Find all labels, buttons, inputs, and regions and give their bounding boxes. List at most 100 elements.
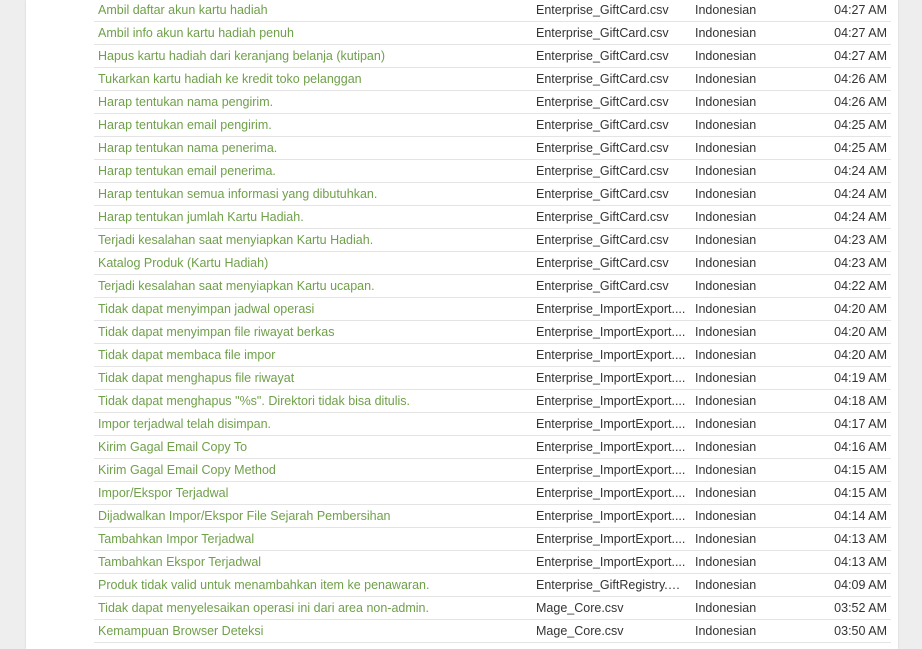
table-row[interactable]: Tambahkan Ekspor Terjadwal Enterprise_Imp…: [94, 551, 891, 574]
table-row[interactable]: Ambil daftar akun kartu hadiah Enterprise…: [94, 0, 891, 22]
language: Indonesian: [695, 325, 757, 339]
file-name: Enterprise_GiftCard.csv: [536, 49, 669, 63]
table-row[interactable]: Ambil info akun kartu hadiah penuh Enterp…: [94, 22, 891, 45]
file-name: Enterprise_GiftCard.csv: [536, 118, 669, 132]
file-name: Enterprise_GiftCard.csv: [536, 95, 669, 109]
string-link[interactable]: Harap tentukan email pengirim.: [98, 114, 528, 136]
string-link[interactable]: Harap tentukan nama pengirim.: [98, 91, 528, 113]
string-link[interactable]: Ambil info akun kartu hadiah penuh: [98, 22, 528, 44]
table-row[interactable]: Katalog Produk (Kartu Hadiah) Enterprise_…: [94, 252, 891, 275]
string-link[interactable]: Dijadwalkan Impor/Ekspor File Sejarah Pe…: [98, 505, 528, 527]
timestamp: 04:24 AM: [834, 187, 887, 201]
language: Indonesian: [695, 256, 757, 270]
timestamp: 04:27 AM: [834, 49, 887, 63]
string-link[interactable]: Kirim Gagal Email Copy To: [98, 436, 528, 458]
table-row[interactable]: Tidak dapat membaca file impor Enterprise…: [94, 344, 891, 367]
table-row[interactable]: Tidak dapat menyimpan jadwal operasi Ente…: [94, 298, 891, 321]
timestamp: 04:19 AM: [834, 371, 887, 385]
table-row[interactable]: Impor/Ekspor Terjadwal Enterprise_ImportE…: [94, 482, 891, 505]
table-row[interactable]: Produk tidak valid untuk menambahkan ite…: [94, 574, 891, 597]
table-row[interactable]: Terjadi kesalahan saat menyiapkan Kartu …: [94, 229, 891, 252]
file-name: Enterprise_ImportExport....: [536, 509, 686, 523]
string-link[interactable]: Tidak dapat menghapus "%s". Direktori ti…: [98, 390, 528, 412]
timestamp: 04:25 AM: [834, 141, 887, 155]
table-row[interactable]: Tambahkan Impor Terjadwal Enterprise_Impo…: [94, 528, 891, 551]
language: Indonesian: [695, 394, 757, 408]
table-row[interactable]: Harap tentukan nama penerima. Enterprise_…: [94, 137, 891, 160]
translation-table: Ambil daftar akun kartu hadiah Enterprise…: [94, 0, 891, 643]
file-name: Enterprise_ImportExport....: [536, 486, 686, 500]
file-name: Enterprise_ImportExport....: [536, 302, 686, 316]
string-link[interactable]: Tidak dapat menyelesaikan operasi ini da…: [98, 597, 528, 619]
string-link[interactable]: Harap tentukan nama penerima.: [98, 137, 528, 159]
file-name: Enterprise_GiftRegistry.csv: [536, 578, 686, 592]
table-row[interactable]: Dijadwalkan Impor/Ekspor File Sejarah Pe…: [94, 505, 891, 528]
table-row[interactable]: Harap tentukan semua informasi yang dibu…: [94, 183, 891, 206]
language: Indonesian: [695, 348, 757, 362]
string-link[interactable]: Terjadi kesalahan saat menyiapkan Kartu …: [98, 229, 528, 251]
table-row[interactable]: Terjadi kesalahan saat menyiapkan Kartu …: [94, 275, 891, 298]
string-link[interactable]: Tidak dapat menyimpan jadwal operasi: [98, 298, 528, 320]
table-row[interactable]: Tidak dapat menyimpan file riwayat berka…: [94, 321, 891, 344]
table-row[interactable]: Kemampuan Browser Deteksi Mage_Core.csv In…: [94, 620, 891, 643]
string-link[interactable]: Terjadi kesalahan saat menyiapkan Kartu …: [98, 275, 528, 297]
string-link[interactable]: Katalog Produk (Kartu Hadiah): [98, 252, 528, 274]
table-row[interactable]: Kirim Gagal Email Copy To Enterprise_Impo…: [94, 436, 891, 459]
language: Indonesian: [695, 279, 757, 293]
string-link[interactable]: Hapus kartu hadiah dari keranjang belanj…: [98, 45, 528, 67]
timestamp: 04:15 AM: [834, 463, 887, 477]
language: Indonesian: [695, 555, 757, 569]
language: Indonesian: [695, 532, 757, 546]
string-link[interactable]: Kirim Gagal Email Copy Method: [98, 459, 528, 481]
table-row[interactable]: Harap tentukan email pengirim. Enterprise…: [94, 114, 891, 137]
string-link[interactable]: Tambahkan Impor Terjadwal: [98, 528, 528, 550]
language: Indonesian: [695, 233, 757, 247]
timestamp: 04:25 AM: [834, 118, 887, 132]
string-link[interactable]: Harap tentukan jumlah Kartu Hadiah.: [98, 206, 528, 228]
language: Indonesian: [695, 486, 757, 500]
table-row[interactable]: Tidak dapat menyelesaikan operasi ini da…: [94, 597, 891, 620]
file-name: Enterprise_GiftCard.csv: [536, 3, 669, 17]
string-link[interactable]: Tukarkan kartu hadiah ke kredit toko pel…: [98, 68, 528, 90]
table-row[interactable]: Harap tentukan email penerima. Enterprise…: [94, 160, 891, 183]
file-name: Enterprise_GiftCard.csv: [536, 187, 669, 201]
string-link[interactable]: Kemampuan Browser Deteksi: [98, 620, 528, 642]
timestamp: 03:50 AM: [834, 624, 887, 638]
timestamp: 04:23 AM: [834, 256, 887, 270]
file-name: Enterprise_GiftCard.csv: [536, 256, 669, 270]
language: Indonesian: [695, 463, 757, 477]
string-link[interactable]: Harap tentukan semua informasi yang dibu…: [98, 183, 528, 205]
string-link[interactable]: Tidak dapat menyimpan file riwayat berka…: [98, 321, 528, 343]
file-name: Enterprise_GiftCard.csv: [536, 164, 669, 178]
table-row[interactable]: Tidak dapat menghapus file riwayat Enterp…: [94, 367, 891, 390]
string-link[interactable]: Impor terjadwal telah disimpan.: [98, 413, 528, 435]
table-row[interactable]: Tukarkan kartu hadiah ke kredit toko pel…: [94, 68, 891, 91]
table-row[interactable]: Impor terjadwal telah disimpan. Enterpris…: [94, 413, 891, 436]
language: Indonesian: [695, 49, 757, 63]
timestamp: 04:27 AM: [834, 3, 887, 17]
string-link[interactable]: Produk tidak valid untuk menambahkan ite…: [98, 574, 528, 596]
language: Indonesian: [695, 3, 757, 17]
file-name: Mage_Core.csv: [536, 601, 624, 615]
language: Indonesian: [695, 187, 757, 201]
language: Indonesian: [695, 95, 757, 109]
string-link[interactable]: Tambahkan Ekspor Terjadwal: [98, 551, 528, 573]
string-link[interactable]: Tidak dapat membaca file impor: [98, 344, 528, 366]
table-row[interactable]: Tidak dapat menghapus "%s". Direktori ti…: [94, 390, 891, 413]
string-link[interactable]: Impor/Ekspor Terjadwal: [98, 482, 528, 504]
string-link[interactable]: Tidak dapat menghapus file riwayat: [98, 367, 528, 389]
string-link[interactable]: Ambil daftar akun kartu hadiah: [98, 0, 528, 21]
timestamp: 04:22 AM: [834, 279, 887, 293]
file-name: Enterprise_GiftCard.csv: [536, 210, 669, 224]
table-row[interactable]: Kirim Gagal Email Copy Method Enterprise_…: [94, 459, 891, 482]
table-row[interactable]: Harap tentukan nama pengirim. Enterprise_…: [94, 91, 891, 114]
string-link[interactable]: Harap tentukan email penerima.: [98, 160, 528, 182]
table-row[interactable]: Hapus kartu hadiah dari keranjang belanj…: [94, 45, 891, 68]
file-name: Enterprise_GiftCard.csv: [536, 279, 669, 293]
timestamp: 04:26 AM: [834, 95, 887, 109]
file-name: Enterprise_ImportExport....: [536, 463, 686, 477]
timestamp: 04:14 AM: [834, 509, 887, 523]
timestamp: 04:27 AM: [834, 26, 887, 40]
table-row[interactable]: Harap tentukan jumlah Kartu Hadiah. Enter…: [94, 206, 891, 229]
language: Indonesian: [695, 601, 757, 615]
